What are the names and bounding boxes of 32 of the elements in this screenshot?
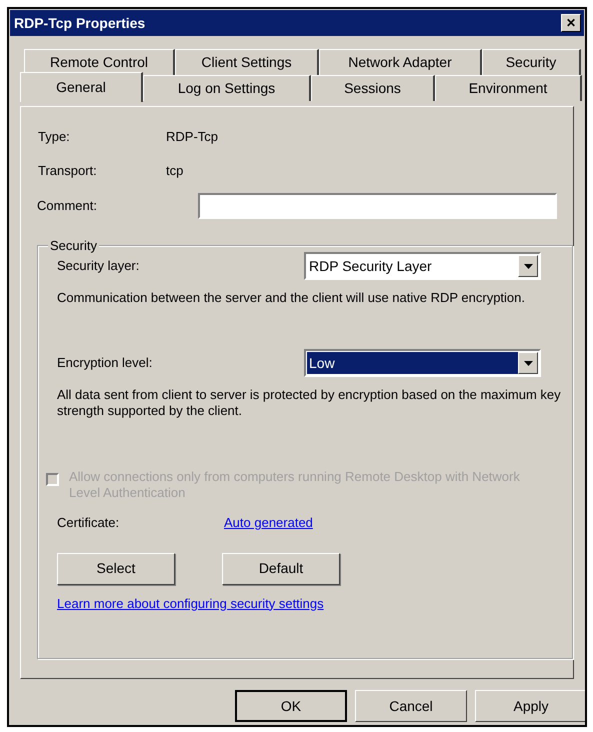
tab[interactable]: Network Adapter bbox=[319, 49, 482, 75]
push-button[interactable]: Select bbox=[57, 552, 175, 584]
dropdown[interactable]: RDP Security Layer bbox=[304, 252, 541, 280]
field-label: Type: bbox=[38, 128, 71, 146]
dropdown-label: Security layer: bbox=[57, 257, 140, 276]
close-button[interactable]: ✕ bbox=[561, 14, 581, 32]
tab[interactable]: Remote Control bbox=[24, 49, 175, 75]
dropdown-arrow-icon bbox=[524, 360, 532, 366]
field-value: tcp bbox=[166, 162, 184, 180]
comment-field[interactable] bbox=[198, 193, 557, 219]
dialog-button[interactable]: OK bbox=[235, 690, 347, 722]
certificate-link[interactable]: Auto generated bbox=[224, 513, 313, 532]
tab[interactable]: Client Settings bbox=[175, 49, 319, 75]
push-button[interactable]: Default bbox=[222, 552, 340, 584]
description-text: All data sent from client to server is protected by encryption based on the maximum key strength supported by the client. bbox=[57, 387, 562, 419]
tab[interactable]: Log on Settings bbox=[143, 75, 311, 101]
tab[interactable]: General bbox=[20, 72, 143, 102]
field-label: Transport: bbox=[38, 162, 98, 180]
tab[interactable]: Security bbox=[482, 49, 581, 75]
field-value: RDP-Tcp bbox=[166, 128, 218, 146]
dialog-button[interactable]: Apply bbox=[475, 690, 585, 722]
dialog-button[interactable]: Cancel bbox=[355, 690, 467, 722]
learn-more-link[interactable]: Learn more about configuring security settings bbox=[57, 594, 324, 613]
dropdown-arrow-icon bbox=[524, 264, 532, 268]
tab[interactable]: Environment bbox=[435, 75, 582, 101]
dropdown-label: Encryption level: bbox=[57, 354, 152, 372]
window-title: RDP-Tcp Properties bbox=[14, 14, 146, 33]
description-text: Communication between the server and the client will use native RDP encryption. bbox=[57, 290, 526, 306]
comment-label: Comment: bbox=[37, 197, 98, 216]
tab[interactable]: Sessions bbox=[311, 75, 435, 101]
dropdown[interactable]: Low bbox=[304, 349, 541, 377]
certificate-label: Certificate: bbox=[57, 514, 120, 532]
